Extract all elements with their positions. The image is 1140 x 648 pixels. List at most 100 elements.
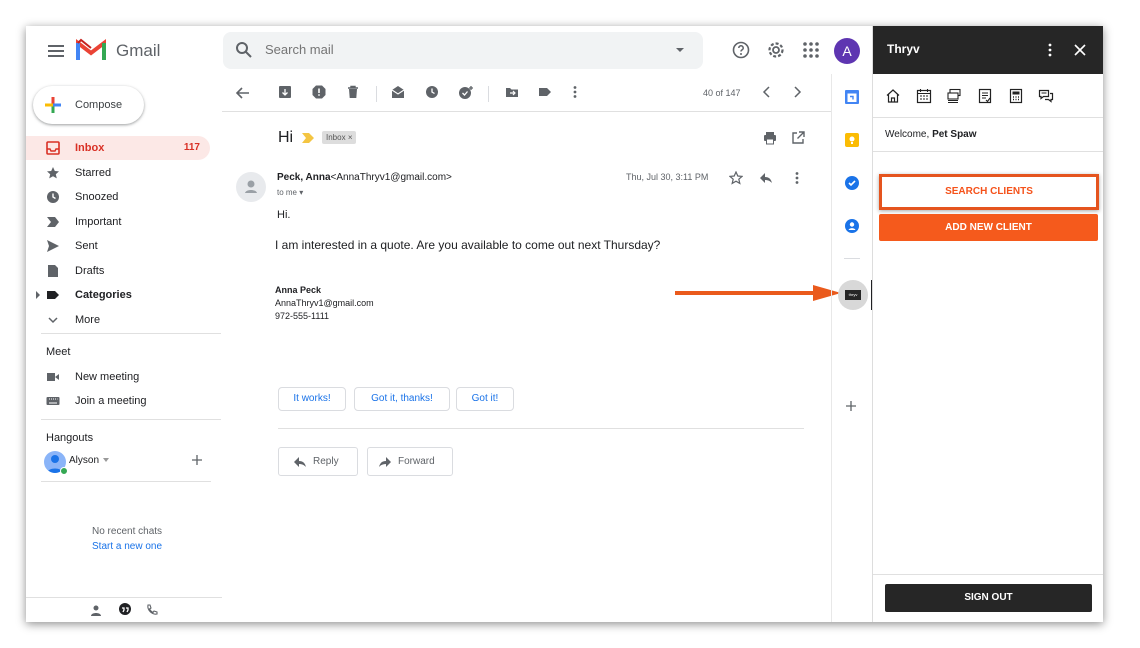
search-clients-button[interactable]: SEARCH CLIENTS [879, 174, 1099, 210]
app-window: Gmail A Compose Inbox 117 Starred Snooze [26, 26, 1103, 622]
main-menu-icon[interactable] [44, 39, 68, 63]
home-icon[interactable] [885, 88, 901, 104]
hangouts-heading: Hangouts [46, 432, 94, 444]
search-icon[interactable] [235, 41, 253, 59]
toolbar-divider [222, 111, 831, 112]
no-chats-text: No recent chats [92, 526, 163, 537]
pagination-text: 40 of 147 [703, 88, 741, 98]
add-chat-icon[interactable] [191, 454, 203, 466]
nav-item-sent[interactable]: Sent [26, 234, 210, 258]
important-icon [46, 215, 60, 229]
sender-email: <AnnaThryv1@gmail.com> [330, 172, 452, 183]
print-icon[interactable] [763, 131, 777, 145]
smart-reply-chip[interactable]: Got it! [456, 387, 514, 411]
hangouts-user-name[interactable]: Alyson [69, 455, 99, 466]
star-icon [46, 166, 60, 180]
smart-reply-chip[interactable]: Got it, thanks! [354, 387, 450, 411]
forward-button[interactable]: Forward [367, 447, 453, 476]
keep-icon[interactable] [844, 132, 860, 148]
calendar-icon[interactable] [844, 89, 860, 105]
nav-item-important[interactable]: Important [26, 210, 210, 234]
labels-tag-icon[interactable] [538, 85, 552, 99]
compose-label: Compose [75, 99, 123, 111]
inbox-label-chip[interactable]: Inbox × [322, 131, 357, 144]
recipient-details[interactable]: to me ▾ [277, 188, 303, 197]
calendar-grid-icon[interactable] [916, 88, 932, 104]
contacts-icon[interactable] [844, 218, 860, 234]
add-new-client-label: ADD NEW CLIENT [945, 222, 1032, 233]
details-dropdown-icon[interactable]: ▾ [299, 188, 303, 197]
panel-footer-divider [873, 574, 1103, 575]
open-new-window-icon[interactable] [791, 131, 805, 145]
nav-label: Categories [75, 289, 132, 301]
phone-icon[interactable] [146, 604, 158, 616]
reply-button[interactable]: Reply [278, 447, 358, 476]
sender-name[interactable]: Peck, Anna [277, 172, 331, 183]
reply-label: Reply [313, 456, 339, 467]
new-meeting-item[interactable]: New meeting [26, 365, 210, 389]
search-clients-label: SEARCH CLIENTS [945, 186, 1033, 197]
annotation-arrow-icon [673, 283, 843, 303]
status-dropdown-icon[interactable] [103, 458, 109, 462]
signature-email: AnnaThryv1@gmail.com [275, 298, 374, 308]
add-new-client-button[interactable]: ADD NEW CLIENT [879, 214, 1098, 241]
star-outline-icon[interactable] [729, 171, 743, 185]
move-to-icon[interactable] [505, 85, 519, 99]
account-avatar[interactable]: A [834, 38, 860, 64]
add-task-icon[interactable] [458, 85, 474, 101]
panel-divider [873, 151, 1103, 152]
close-icon[interactable] [1073, 43, 1087, 57]
back-arrow-icon[interactable] [235, 85, 251, 101]
nav-item-starred[interactable]: Starred [26, 161, 210, 185]
keyboard-icon [46, 394, 60, 408]
importance-marker-icon[interactable] [302, 133, 314, 143]
chevron-left-icon[interactable] [761, 85, 773, 99]
mark-unread-icon[interactable] [391, 85, 405, 99]
hangouts-chat-icon[interactable] [118, 603, 132, 617]
draft-icon [46, 264, 60, 278]
nav-item-inbox[interactable]: Inbox 117 [26, 136, 210, 160]
document-icon[interactable] [977, 88, 993, 104]
start-chat-link[interactable]: Start a new one [92, 541, 162, 552]
panel-divider [873, 117, 1103, 118]
nav-item-more[interactable]: More [26, 308, 210, 332]
message-more-icon[interactable] [794, 171, 800, 185]
more-vertical-icon[interactable] [572, 85, 578, 99]
panel-more-icon[interactable] [1047, 43, 1053, 57]
sign-out-button[interactable]: SIGN OUT [885, 584, 1092, 612]
sender-line: Peck, Anna<AnnaThryv1@gmail.com> [277, 172, 452, 183]
search-options-icon[interactable] [675, 46, 685, 54]
compose-button[interactable]: Compose [33, 86, 144, 124]
sidebar-divider [41, 481, 211, 482]
recipient-text: to me [277, 188, 298, 197]
report-spam-icon[interactable] [312, 85, 326, 99]
money-stack-icon[interactable] [946, 88, 962, 104]
gmail-logo-icon[interactable] [76, 38, 106, 62]
join-meeting-item[interactable]: Join a meeting [26, 389, 210, 413]
chat-bubbles-icon[interactable] [1038, 88, 1054, 104]
delete-trash-icon[interactable] [346, 85, 360, 99]
nav-label: More [75, 314, 101, 326]
settings-gear-icon[interactable] [766, 40, 788, 62]
nav-item-snoozed[interactable]: Snoozed [26, 185, 210, 209]
archive-icon[interactable] [278, 85, 292, 99]
app-brand[interactable]: Gmail [116, 41, 160, 61]
invoice-calculator-icon[interactable] [1008, 88, 1024, 104]
search-input[interactable] [265, 42, 645, 57]
thryv-addon-icon[interactable]: thryv [838, 280, 868, 310]
expand-arrow-icon[interactable] [35, 291, 41, 299]
nav-item-categories[interactable]: Categories [26, 283, 210, 307]
remove-label-icon[interactable]: × [348, 133, 353, 142]
get-addons-plus-icon[interactable] [844, 399, 858, 413]
contacts-person-icon[interactable] [90, 604, 102, 616]
snooze-clock-icon[interactable] [425, 85, 439, 99]
search-bar[interactable] [223, 32, 703, 69]
tasks-icon[interactable] [844, 175, 860, 191]
reply-icon[interactable] [759, 171, 773, 185]
help-icon[interactable] [731, 40, 753, 62]
nav-item-drafts[interactable]: Drafts [26, 259, 210, 283]
online-status-dot [60, 467, 68, 475]
smart-reply-chip[interactable]: It works! [278, 387, 346, 411]
apps-grid-icon[interactable] [801, 40, 823, 62]
chevron-right-icon[interactable] [791, 85, 803, 99]
